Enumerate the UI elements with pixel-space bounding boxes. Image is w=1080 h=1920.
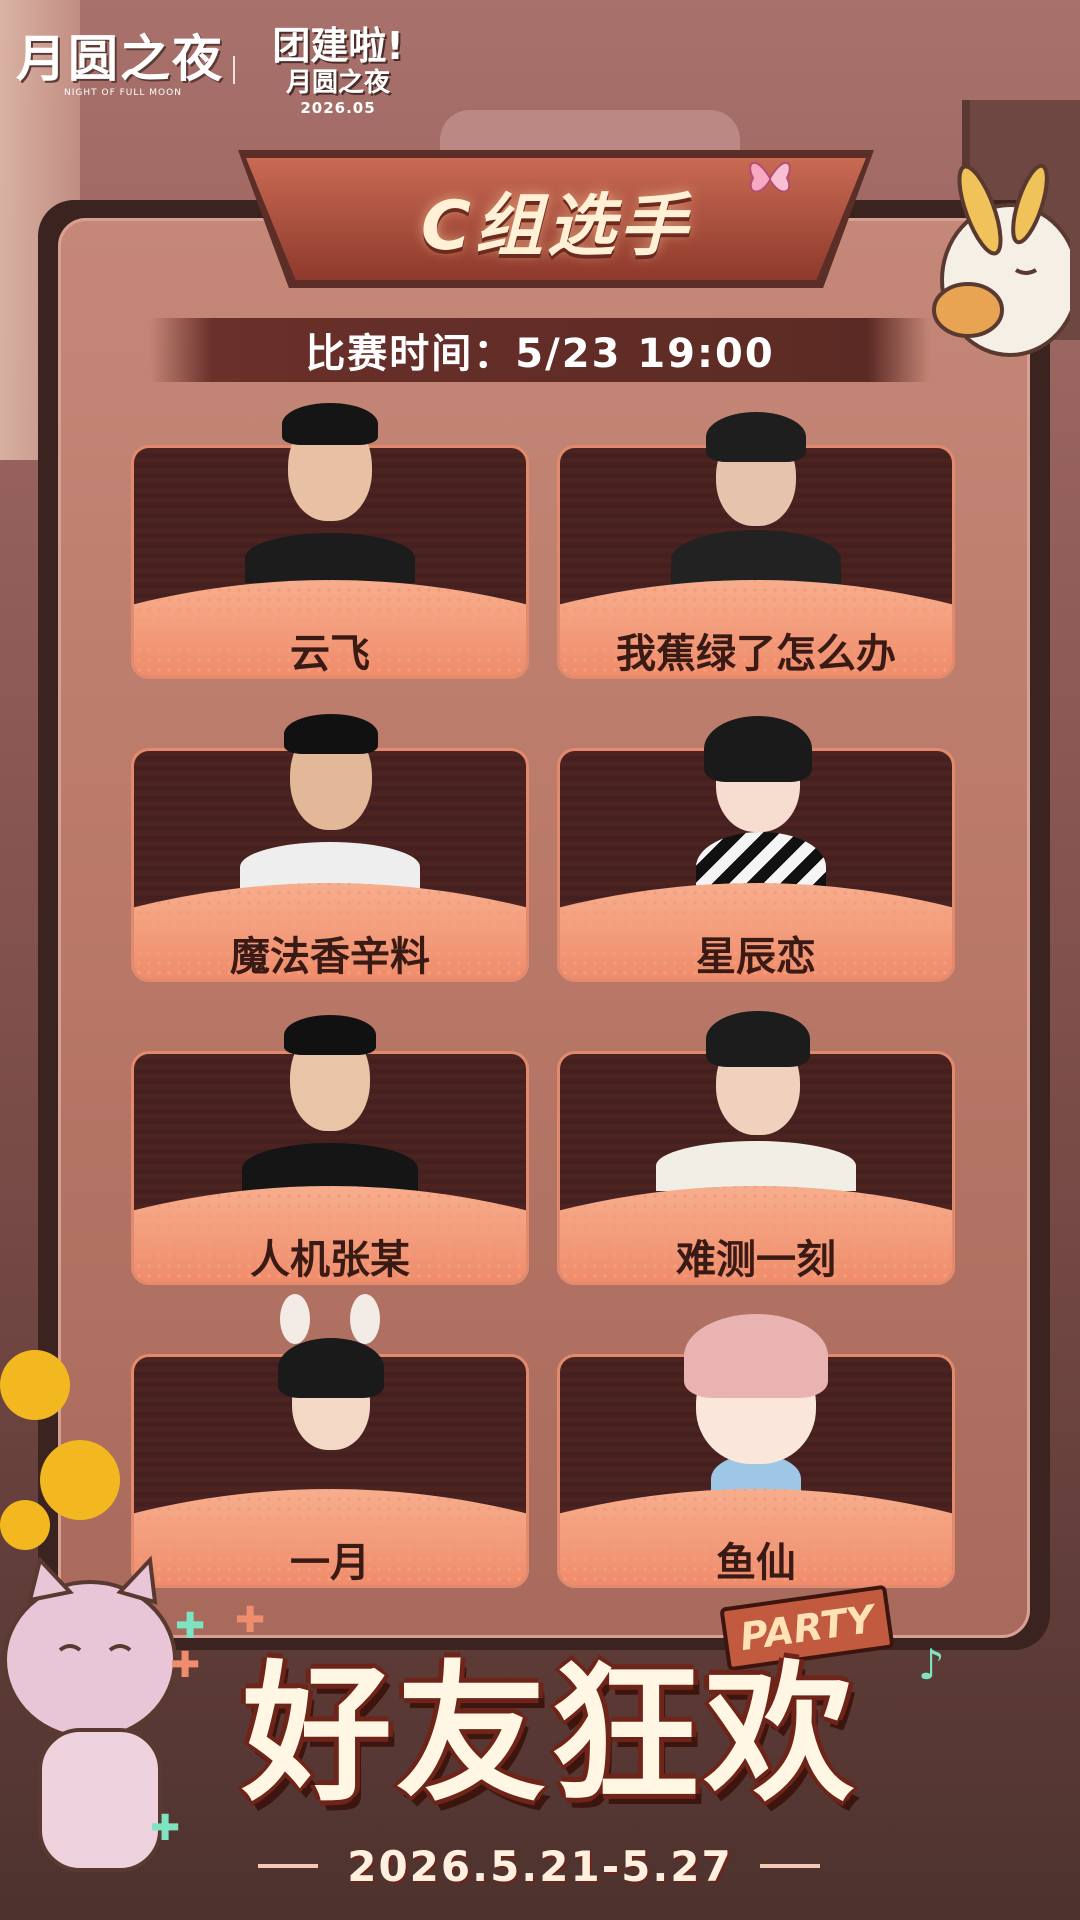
player-avatar	[656, 702, 856, 902]
player-card: 难测一刻	[557, 1011, 955, 1285]
player-avatar	[656, 1304, 856, 1504]
logo-divider	[233, 56, 235, 84]
player-avatar	[230, 692, 430, 892]
right-arrow-icon	[760, 1864, 820, 1868]
player-card: 魔法香辛料	[131, 714, 529, 982]
sparkle-icon: ✚	[150, 1808, 181, 1849]
music-note-icon: ♪	[918, 1640, 945, 1689]
match-time: 比赛时间：5/23 19:00	[305, 331, 775, 377]
flower-icon	[0, 1350, 70, 1420]
player-name: 我蕉绿了怎么办	[616, 631, 896, 677]
left-arrow-icon	[258, 1864, 318, 1868]
player-name: 人机张某	[250, 1237, 410, 1283]
logo-title: 月圆之夜	[16, 29, 224, 88]
player-card: 云飞	[131, 403, 529, 679]
game-logo: 月圆之夜 NIGHT OF FULL MOON	[16, 30, 226, 112]
player-avatar	[646, 991, 866, 1191]
player-avatar	[230, 995, 430, 1195]
bird-mascot-icon	[932, 163, 1070, 357]
player-card: 鱼仙	[557, 1314, 955, 1588]
event-logo: 团建啦! 月圆之夜 2026.05	[258, 24, 418, 119]
butterfly-icon	[749, 162, 791, 193]
event-date-range: 2026.5.21-5.27	[347, 1842, 733, 1891]
player-name: 云飞	[290, 631, 370, 677]
flower-icon	[40, 1440, 120, 1520]
player-name: 鱼仙	[716, 1540, 796, 1586]
player-avatar	[230, 383, 430, 583]
player-card: 人机张某	[131, 1015, 529, 1285]
player-name: 魔法香辛料	[230, 934, 430, 980]
sparkle-icon: ✚	[235, 1600, 266, 1641]
group-title: C组选手	[421, 186, 691, 266]
logo-subtitle: NIGHT OF FULL MOON	[64, 88, 182, 98]
player-card: 我蕉绿了怎么办	[557, 412, 955, 679]
event-logo-line2: 月圆之夜	[285, 68, 390, 98]
player-card: 星辰恋	[557, 716, 955, 982]
event-logo-date: 2026.05	[300, 99, 376, 117]
match-time-strip: 比赛时间：5/23 19:00	[150, 318, 930, 382]
player-name: 星辰恋	[696, 934, 816, 980]
player-name: 难测一刻	[676, 1237, 836, 1283]
event-logo-line1: 团建啦!	[272, 24, 404, 68]
player-avatar	[656, 390, 856, 590]
headline: 好友狂欢	[241, 1648, 858, 1822]
player-avatar	[230, 1294, 430, 1494]
